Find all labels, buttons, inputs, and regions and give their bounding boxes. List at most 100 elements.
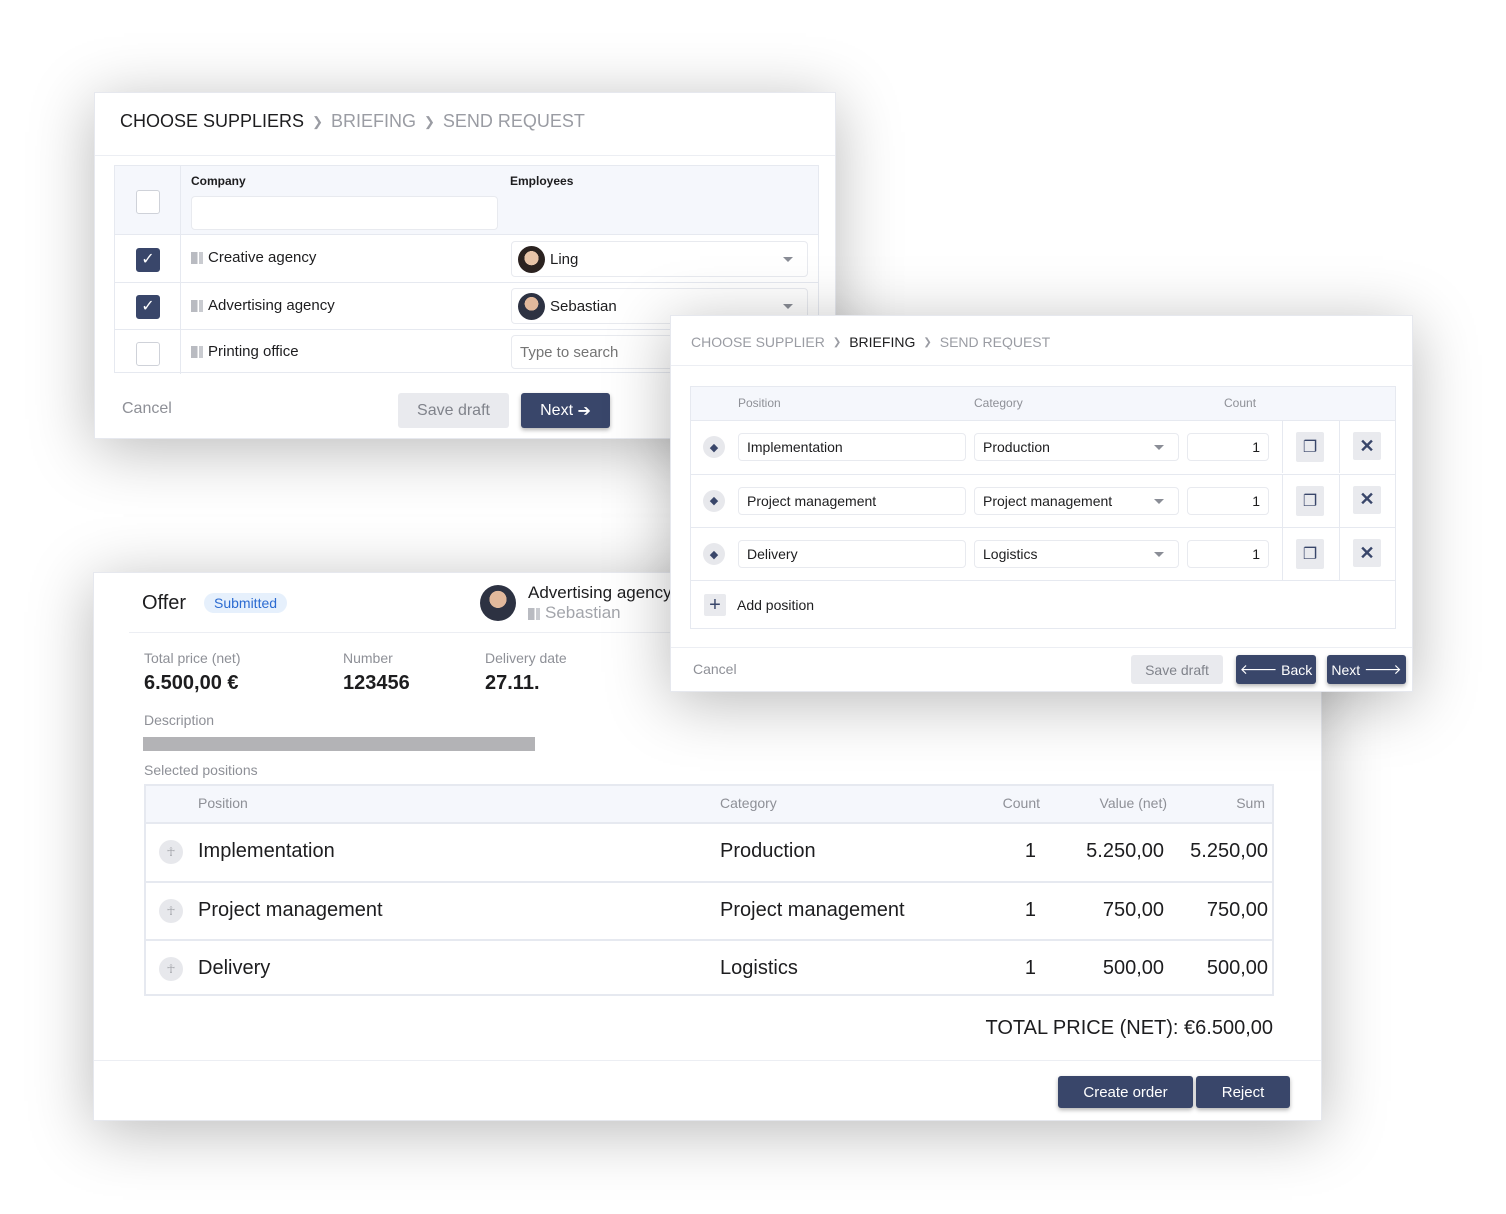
position-count: 1 xyxy=(1024,957,1036,979)
briefing-table: Position Category Count ◆ Implementation… xyxy=(690,386,1396,629)
column-header-count: Count xyxy=(1224,396,1257,410)
chevron-down-icon xyxy=(1154,498,1164,504)
tag-icon: ◆ xyxy=(703,489,725,512)
select-all-checkbox[interactable] xyxy=(136,190,160,214)
position-sum: 750,00 xyxy=(1206,898,1268,921)
position-name: Project management xyxy=(198,898,383,921)
chevron-down-icon xyxy=(783,304,793,309)
company-filter-input[interactable] xyxy=(191,196,498,230)
table-row: ◆ Project management Project management … xyxy=(691,473,1395,527)
building-icon xyxy=(191,252,203,265)
close-icon[interactable]: ✕ xyxy=(1353,485,1381,514)
arrow-right-icon: 🡒 xyxy=(1364,661,1402,677)
avatar xyxy=(518,246,545,273)
column-header-category: Category xyxy=(974,396,1023,410)
company-name: Printing office xyxy=(191,343,299,360)
back-button[interactable]: 🡐 Back xyxy=(1236,655,1316,684)
save-draft-button[interactable]: Save draft xyxy=(1131,655,1223,684)
avatar xyxy=(518,293,545,320)
status-badge: Submitted xyxy=(204,593,288,613)
column-header-employees: Employees xyxy=(510,174,574,188)
add-position-row[interactable]: + Add position xyxy=(691,580,1395,630)
count-input[interactable]: 1 xyxy=(1187,433,1269,461)
column-header-position: Position xyxy=(738,396,781,410)
position-input[interactable]: Project management xyxy=(738,486,966,515)
employee-select[interactable]: Ling xyxy=(511,241,808,277)
divider xyxy=(671,365,1412,366)
table-row: ◆ Delivery Logistics 1 ❐ ✕ xyxy=(691,527,1395,580)
save-draft-button[interactable]: Save draft xyxy=(398,393,509,428)
position-value: 750,00 xyxy=(1102,898,1164,921)
row-checkbox[interactable]: ✓ xyxy=(136,295,160,319)
column-header-category: Category xyxy=(720,795,777,811)
delivery-date-label: Delivery date xyxy=(485,650,567,666)
position-input[interactable]: Implementation xyxy=(738,433,966,461)
table-row: ✓ Creative agency Ling xyxy=(115,234,818,282)
reject-button[interactable]: Reject xyxy=(1196,1076,1290,1108)
breadcrumb: CHOOSE SUPPLIER ❯ BRIEFING ❯ SEND REQUES… xyxy=(691,334,1050,350)
total-price-line: TOTAL PRICE (NET): €6.500,00 xyxy=(985,1017,1273,1039)
plus-icon[interactable]: + xyxy=(704,594,726,616)
position-category: Project management xyxy=(720,898,905,921)
chevron-right-icon: ❯ xyxy=(832,336,842,348)
cancel-button[interactable]: Cancel xyxy=(122,400,172,418)
column-header-position: Position xyxy=(198,795,248,811)
chevron-right-icon: ❯ xyxy=(312,113,323,129)
chevron-down-icon xyxy=(1154,445,1164,450)
breadcrumb-step-choose-suppliers[interactable]: CHOOSE SUPPLIERS xyxy=(120,111,304,132)
chevron-right-icon: ❯ xyxy=(423,113,435,129)
breadcrumb-step-send-request[interactable]: SEND REQUEST xyxy=(443,111,585,132)
add-position-button[interactable]: Add position xyxy=(737,597,814,613)
description-label: Description xyxy=(144,712,215,728)
table-row: ☥ Project management Project management … xyxy=(146,880,1272,939)
total-price-value: 6.500,00 € xyxy=(144,672,239,694)
copy-icon[interactable]: ❐ xyxy=(1296,485,1324,516)
chevron-right-icon: ❯ xyxy=(923,336,932,348)
position-sum: 500,00 xyxy=(1206,957,1268,979)
chevron-down-icon xyxy=(1154,552,1164,557)
breadcrumb-step-send-request[interactable]: SEND REQUEST xyxy=(940,334,1050,350)
breadcrumb: CHOOSE SUPPLIERS ❯ BRIEFING ❯ SEND REQUE… xyxy=(120,111,585,132)
breadcrumb-step-briefing[interactable]: BRIEFING xyxy=(849,334,915,350)
table-row: ☥ Delivery Logistics 1 500,00 500,00 xyxy=(146,939,1272,997)
offer-title: Offer xyxy=(142,592,187,614)
close-icon[interactable]: ✕ xyxy=(1353,539,1381,567)
table-header: Position Category Count Value (net) Sum xyxy=(146,786,1272,822)
category-select[interactable]: Logistics xyxy=(974,540,1179,568)
copy-icon[interactable]: ❐ xyxy=(1296,539,1324,569)
breadcrumb-step-briefing[interactable]: BRIEFING xyxy=(331,111,416,132)
company-name: Creative agency xyxy=(191,249,316,266)
breadcrumb-step-choose-supplier[interactable]: CHOOSE SUPPLIER xyxy=(691,334,825,350)
delivery-date-value: 27.11. xyxy=(485,672,540,694)
cancel-button[interactable]: Cancel xyxy=(693,661,737,677)
category-select[interactable]: Project management xyxy=(974,486,1179,515)
next-button[interactable]: Next 🡒 xyxy=(1327,655,1406,684)
column-header-count: Count xyxy=(1002,795,1040,811)
building-icon xyxy=(191,300,203,313)
table-row: ☥ Implementation Production 1 5.250,00 5… xyxy=(146,822,1272,880)
row-checkbox[interactable]: ✓ xyxy=(136,248,160,272)
category-select[interactable]: Production xyxy=(974,433,1179,461)
company-name: Advertising agency xyxy=(191,297,335,314)
create-order-button[interactable]: Create order xyxy=(1058,1076,1193,1108)
copy-icon[interactable]: ❐ xyxy=(1296,432,1324,462)
position-count: 1 xyxy=(1024,840,1036,862)
position-category: Production xyxy=(720,840,816,862)
count-input[interactable]: 1 xyxy=(1187,540,1269,568)
position-value: 5.250,00 xyxy=(1086,840,1164,862)
close-icon[interactable]: ✕ xyxy=(1353,432,1381,460)
briefing-panel: CHOOSE SUPPLIER ❯ BRIEFING ❯ SEND REQUES… xyxy=(670,315,1413,692)
table-header: Position Category Count xyxy=(691,387,1395,420)
count-input[interactable]: 1 xyxy=(1187,486,1269,515)
divider xyxy=(94,1060,1321,1061)
position-name: Implementation xyxy=(198,840,335,862)
position-name: Delivery xyxy=(198,957,271,979)
column-header-company: Company xyxy=(191,174,246,188)
arrow-left-icon: 🡐 xyxy=(1239,661,1278,677)
total-price-label: Total price (net) xyxy=(144,650,241,666)
row-checkbox[interactable] xyxy=(136,342,160,366)
position-sum: 5.250,00 xyxy=(1190,840,1268,862)
next-button[interactable]: Next ➔ xyxy=(521,393,610,428)
tag-icon: ◆ xyxy=(703,436,725,458)
position-input[interactable]: Delivery xyxy=(738,540,966,568)
